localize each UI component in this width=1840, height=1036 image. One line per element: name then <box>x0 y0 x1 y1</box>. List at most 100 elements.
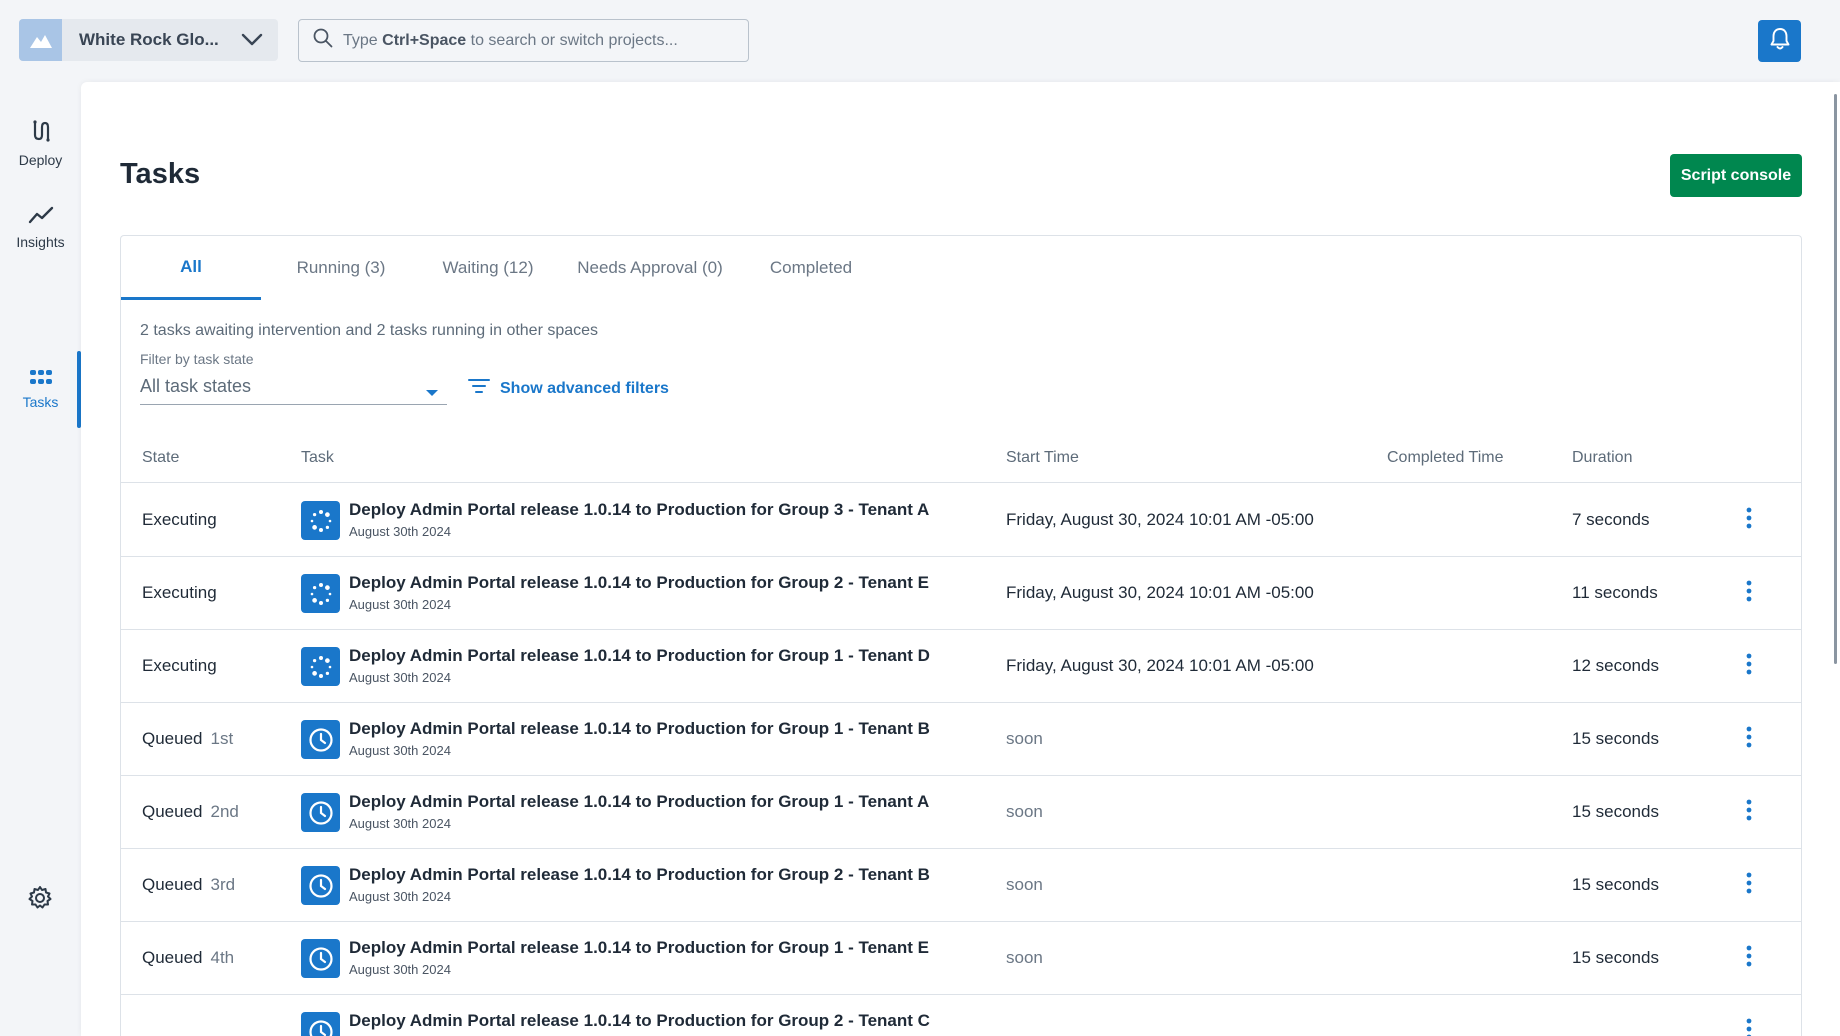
table-row[interactable]: Queued 2nd Deploy Admin Portal release 1.0… <box>121 776 1801 849</box>
executing-spinner-icon <box>301 647 340 686</box>
deploy-icon <box>30 119 52 148</box>
task-state: Queued 2nd <box>142 802 239 821</box>
task-date: August 30th 2024 <box>349 816 451 831</box>
task-duration: 7 seconds <box>1572 510 1650 529</box>
task-name-link[interactable]: Deploy Admin Portal release 1.0.14 to Pr… <box>349 865 930 885</box>
nav-item-insights[interactable]: Insights <box>0 190 81 264</box>
task-start-time: soon <box>1006 802 1043 821</box>
task-state: Executing <box>142 510 217 529</box>
row-menu-button[interactable] <box>1737 653 1761 680</box>
filter-label: Filter by task state <box>140 351 254 367</box>
queued-clock-icon <box>301 866 340 905</box>
queued-clock-icon <box>301 793 340 832</box>
queued-clock-icon <box>301 1012 340 1036</box>
task-name-link[interactable]: Deploy Admin Portal release 1.0.14 to Pr… <box>349 938 929 958</box>
task-start-time: soon <box>1006 875 1043 894</box>
task-name-link[interactable]: Deploy Admin Portal release 1.0.14 to Pr… <box>349 1011 930 1031</box>
scrollbar[interactable] <box>1834 94 1837 664</box>
tab-waiting[interactable]: Waiting (12) <box>418 236 558 300</box>
kebab-menu-icon <box>1746 799 1752 826</box>
task-state: Executing <box>142 583 217 602</box>
task-name-link[interactable]: Deploy Admin Portal release 1.0.14 to Pr… <box>349 719 930 739</box>
table-row[interactable]: Executing Deploy Admin Portal release 1.0… <box>121 557 1801 630</box>
executing-spinner-icon <box>301 501 340 540</box>
row-menu-button[interactable] <box>1737 1018 1761 1036</box>
table-header: State Task Start Time Completed Time Dur… <box>121 436 1801 483</box>
tab-running[interactable]: Running (3) <box>267 236 415 300</box>
advanced-filters-link[interactable]: Show advanced filters <box>468 378 669 399</box>
queued-clock-icon <box>301 720 340 759</box>
settings-button[interactable] <box>24 884 56 916</box>
queue-position: 1st <box>210 729 234 748</box>
task-duration: 15 seconds <box>1572 802 1659 821</box>
kebab-menu-icon <box>1746 580 1752 607</box>
kebab-menu-icon <box>1746 653 1752 680</box>
tab-all[interactable]: All <box>121 236 261 300</box>
tab-completed[interactable]: Completed <box>741 236 881 300</box>
row-menu-button[interactable] <box>1737 580 1761 607</box>
top-bar: White Rock Glo... Type Ctrl+Space to sea… <box>0 0 1840 82</box>
task-start-time: Friday, August 30, 2024 10:01 AM -05:00 <box>1006 510 1314 529</box>
caret-down-icon <box>425 384 439 402</box>
nav-item-deploy[interactable]: Deploy <box>0 106 81 180</box>
queue-position: 3rd <box>210 875 236 894</box>
search-input[interactable]: Type Ctrl+Space to search or switch proj… <box>298 19 749 62</box>
nav-label-tasks: Tasks <box>22 393 59 410</box>
filter-icon <box>468 378 490 399</box>
tasks-card: All Running (3) Waiting (12) Needs Appro… <box>120 235 1802 1036</box>
task-date: August 30th 2024 <box>349 962 451 977</box>
column-duration: Duration <box>1572 449 1633 466</box>
task-date: August 30th 2024 <box>349 524 451 539</box>
row-menu-button[interactable] <box>1737 726 1761 751</box>
table-row[interactable]: Queued 1st Deploy Admin Portal release 1.0… <box>121 703 1801 776</box>
queued-clock-icon <box>301 939 340 978</box>
task-date: August 30th 2024 <box>349 597 451 612</box>
table-row[interactable]: Executing Deploy Admin Portal release 1.0… <box>121 484 1801 557</box>
task-duration: 15 seconds <box>1572 875 1659 894</box>
executing-spinner-icon <box>301 574 340 613</box>
row-menu-button[interactable] <box>1737 872 1761 897</box>
task-date: August 30th 2024 <box>349 889 451 904</box>
task-name-link[interactable]: Deploy Admin Portal release 1.0.14 to Pr… <box>349 573 929 593</box>
task-name-link[interactable]: Deploy Admin Portal release 1.0.14 to Pr… <box>349 500 929 520</box>
kebab-menu-icon <box>1746 1018 1752 1036</box>
page-title: Tasks <box>120 158 201 190</box>
tasks-grid-icon <box>29 369 53 390</box>
nav-item-tasks[interactable]: Tasks <box>0 352 81 426</box>
table-row[interactable]: Executing Deploy Admin Portal release 1.0… <box>121 630 1801 703</box>
task-date: August 30th 2024 <box>349 670 451 685</box>
task-state <box>142 1021 150 1036</box>
column-completed-time: Completed Time <box>1387 449 1504 466</box>
insights-chart-icon <box>28 205 54 230</box>
row-menu-button[interactable] <box>1737 507 1761 534</box>
task-start-time: soon <box>1006 729 1043 748</box>
summary-text: 2 tasks awaiting intervention and 2 task… <box>140 322 599 339</box>
row-menu-button[interactable] <box>1737 945 1761 972</box>
task-start-time: soon <box>1006 948 1043 967</box>
tab-needs-approval[interactable]: Needs Approval (0) <box>562 236 738 300</box>
table-row[interactable]: Queued 3rd Deploy Admin Portal release 1.0… <box>121 849 1801 922</box>
notifications-button[interactable] <box>1758 20 1801 62</box>
side-nav: Deploy Insights Tasks <box>0 82 81 1036</box>
advanced-filters-label: Show advanced filters <box>500 379 669 397</box>
column-state: State <box>142 449 180 466</box>
task-duration: 15 seconds <box>1572 948 1659 967</box>
table-row[interactable]: Queued 4th Deploy Admin Portal release 1.0… <box>121 922 1801 995</box>
task-state-select[interactable]: All task states <box>140 369 447 405</box>
task-name-link[interactable]: Deploy Admin Portal release 1.0.14 to Pr… <box>349 646 930 666</box>
task-duration: 11 seconds <box>1572 583 1658 602</box>
task-state-value: All task states <box>140 376 252 396</box>
table-row[interactable]: Deploy Admin Portal release 1.0.14 to Pr… <box>121 995 1801 1036</box>
nav-label-insights: Insights <box>16 233 65 250</box>
row-menu-button[interactable] <box>1737 799 1761 826</box>
task-state: Queued 3rd <box>142 875 236 894</box>
kebab-menu-icon <box>1746 507 1752 534</box>
search-icon <box>313 28 333 53</box>
script-console-button[interactable]: Script console <box>1670 154 1802 197</box>
task-state: Executing <box>142 656 217 675</box>
task-name-link[interactable]: Deploy Admin Portal release 1.0.14 to Pr… <box>349 792 929 812</box>
kebab-menu-icon <box>1746 945 1752 972</box>
task-state: Queued 1st <box>142 729 234 748</box>
space-switcher[interactable]: White Rock Glo... <box>19 19 278 61</box>
task-date: August 30th 2024 <box>349 743 451 758</box>
